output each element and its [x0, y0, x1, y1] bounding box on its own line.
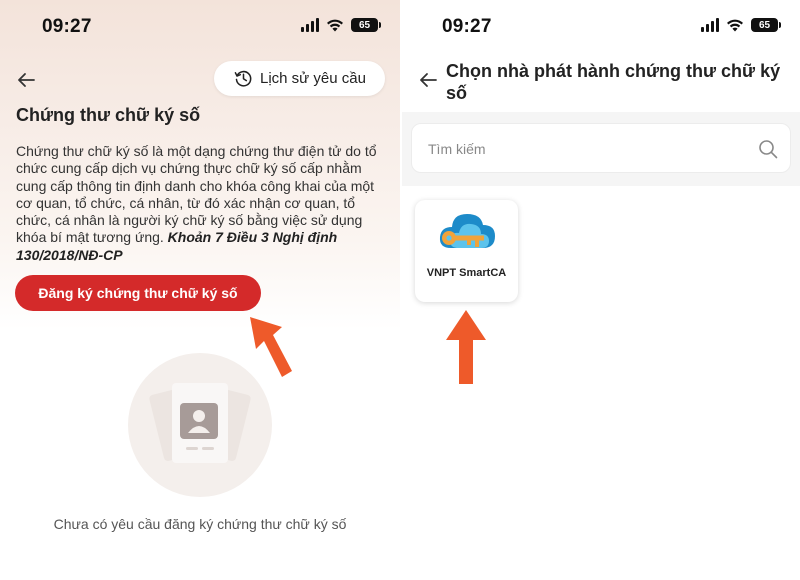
right-screen: 09:27 65 Chọn nhà phát hành chứng thư ch…: [402, 0, 800, 580]
search-input[interactable]: [428, 138, 728, 160]
certificate-description: Chứng thư chữ ký số là một dạng chứng th…: [16, 143, 384, 264]
history-clock-icon: [234, 70, 252, 87]
empty-document-illustration: [128, 353, 272, 497]
status-icons: 65: [301, 18, 381, 32]
empty-state-text: Chưa có yêu cầu đăng ký chứng thư chữ ký…: [53, 516, 347, 532]
page-title: Chứng thư chữ ký số: [16, 105, 201, 125]
issuer-card-vnpt-smartca[interactable]: VNPT SmartCA: [415, 200, 518, 302]
status-bar: 09:27 65: [402, 0, 800, 52]
page-title: Chọn nhà phát hành chứng thư chữ ký số: [446, 61, 781, 103]
cellular-signal-icon: [701, 18, 719, 32]
back-arrow-icon[interactable]: [418, 70, 438, 90]
status-time: 09:27: [42, 16, 92, 37]
cellular-signal-icon: [301, 18, 319, 32]
battery-icon: 65: [351, 18, 381, 32]
request-history-button[interactable]: Lịch sử yêu cầu: [214, 61, 385, 96]
status-time: 09:27: [442, 16, 492, 37]
cloud-key-logo-icon: [439, 214, 495, 248]
back-arrow-icon[interactable]: [16, 70, 36, 90]
issuer-name: VNPT SmartCA: [426, 267, 507, 279]
search-icon[interactable]: [758, 139, 778, 159]
annotation-arrow-icon: [446, 310, 486, 384]
wifi-icon: [727, 19, 743, 32]
search-box[interactable]: [411, 123, 791, 173]
wifi-icon: [327, 19, 343, 32]
request-history-label: Lịch sử yêu cầu: [260, 70, 366, 87]
status-bar: 09:27 65: [0, 0, 400, 52]
status-icons: 65: [701, 18, 781, 32]
battery-icon: 65: [751, 18, 781, 32]
register-certificate-button[interactable]: Đăng ký chứng thư chữ ký số: [15, 275, 261, 311]
left-screen: 09:27 65 Lịch sử yêu cầu Chứng thư chữ k…: [0, 0, 400, 580]
